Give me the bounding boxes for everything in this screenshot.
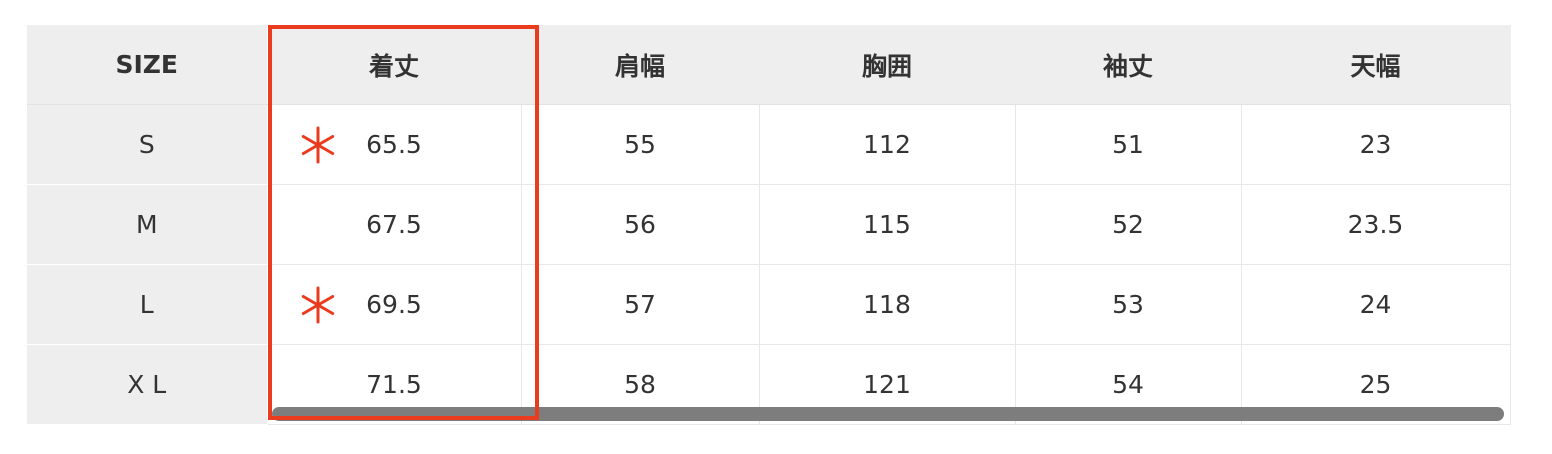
header-chest: 胸囲 (759, 25, 1016, 105)
table-cell: 57 (521, 264, 760, 345)
table-row: L 69.5 57 118 53 24 (27, 264, 1511, 345)
table-cell: 23.5 (1241, 184, 1511, 265)
length-value: 71.5 (366, 370, 422, 399)
table-row: M 67.5 56 115 52 23.5 (27, 184, 1511, 265)
header-row: SIZE 着丈 肩幅 胸囲 袖丈 天幅 (27, 25, 1511, 105)
header-sleeve-length: 袖丈 (1015, 25, 1242, 105)
table-cell: 24 (1241, 264, 1511, 345)
asterisk-icon (301, 126, 334, 163)
length-cell: 67.5 (267, 184, 522, 265)
table-cell: 55 (521, 104, 760, 185)
size-label: X L (27, 344, 268, 425)
table-cell: 51 (1015, 104, 1242, 185)
table-cell: 23 (1241, 104, 1511, 185)
length-cell: 69.5 (267, 264, 522, 345)
size-chart-container: SIZE 着丈 肩幅 胸囲 袖丈 天幅 S 65.5 55 112 51 23 … (27, 25, 1511, 425)
table-cell: 115 (759, 184, 1016, 265)
table-cell: 52 (1015, 184, 1242, 265)
table-cell: 112 (759, 104, 1016, 185)
header-top-width: 天幅 (1241, 25, 1511, 105)
length-value: 69.5 (366, 290, 422, 319)
horizontal-scrollbar[interactable] (272, 407, 1504, 421)
header-shoulder-width: 肩幅 (521, 25, 760, 105)
size-chart-table: SIZE 着丈 肩幅 胸囲 袖丈 天幅 S 65.5 55 112 51 23 … (27, 25, 1511, 425)
length-cell: 65.5 (267, 104, 522, 185)
asterisk-icon (301, 286, 334, 323)
table-cell: 118 (759, 264, 1016, 345)
header-length: 着丈 (267, 25, 522, 105)
length-value: 65.5 (366, 130, 422, 159)
size-label: M (27, 184, 268, 265)
size-label: S (27, 104, 268, 185)
table-cell: 53 (1015, 264, 1242, 345)
table-row: S 65.5 55 112 51 23 (27, 104, 1511, 185)
header-size: SIZE (27, 25, 268, 105)
size-label: L (27, 264, 268, 345)
length-value: 67.5 (366, 210, 422, 239)
table-cell: 56 (521, 184, 760, 265)
